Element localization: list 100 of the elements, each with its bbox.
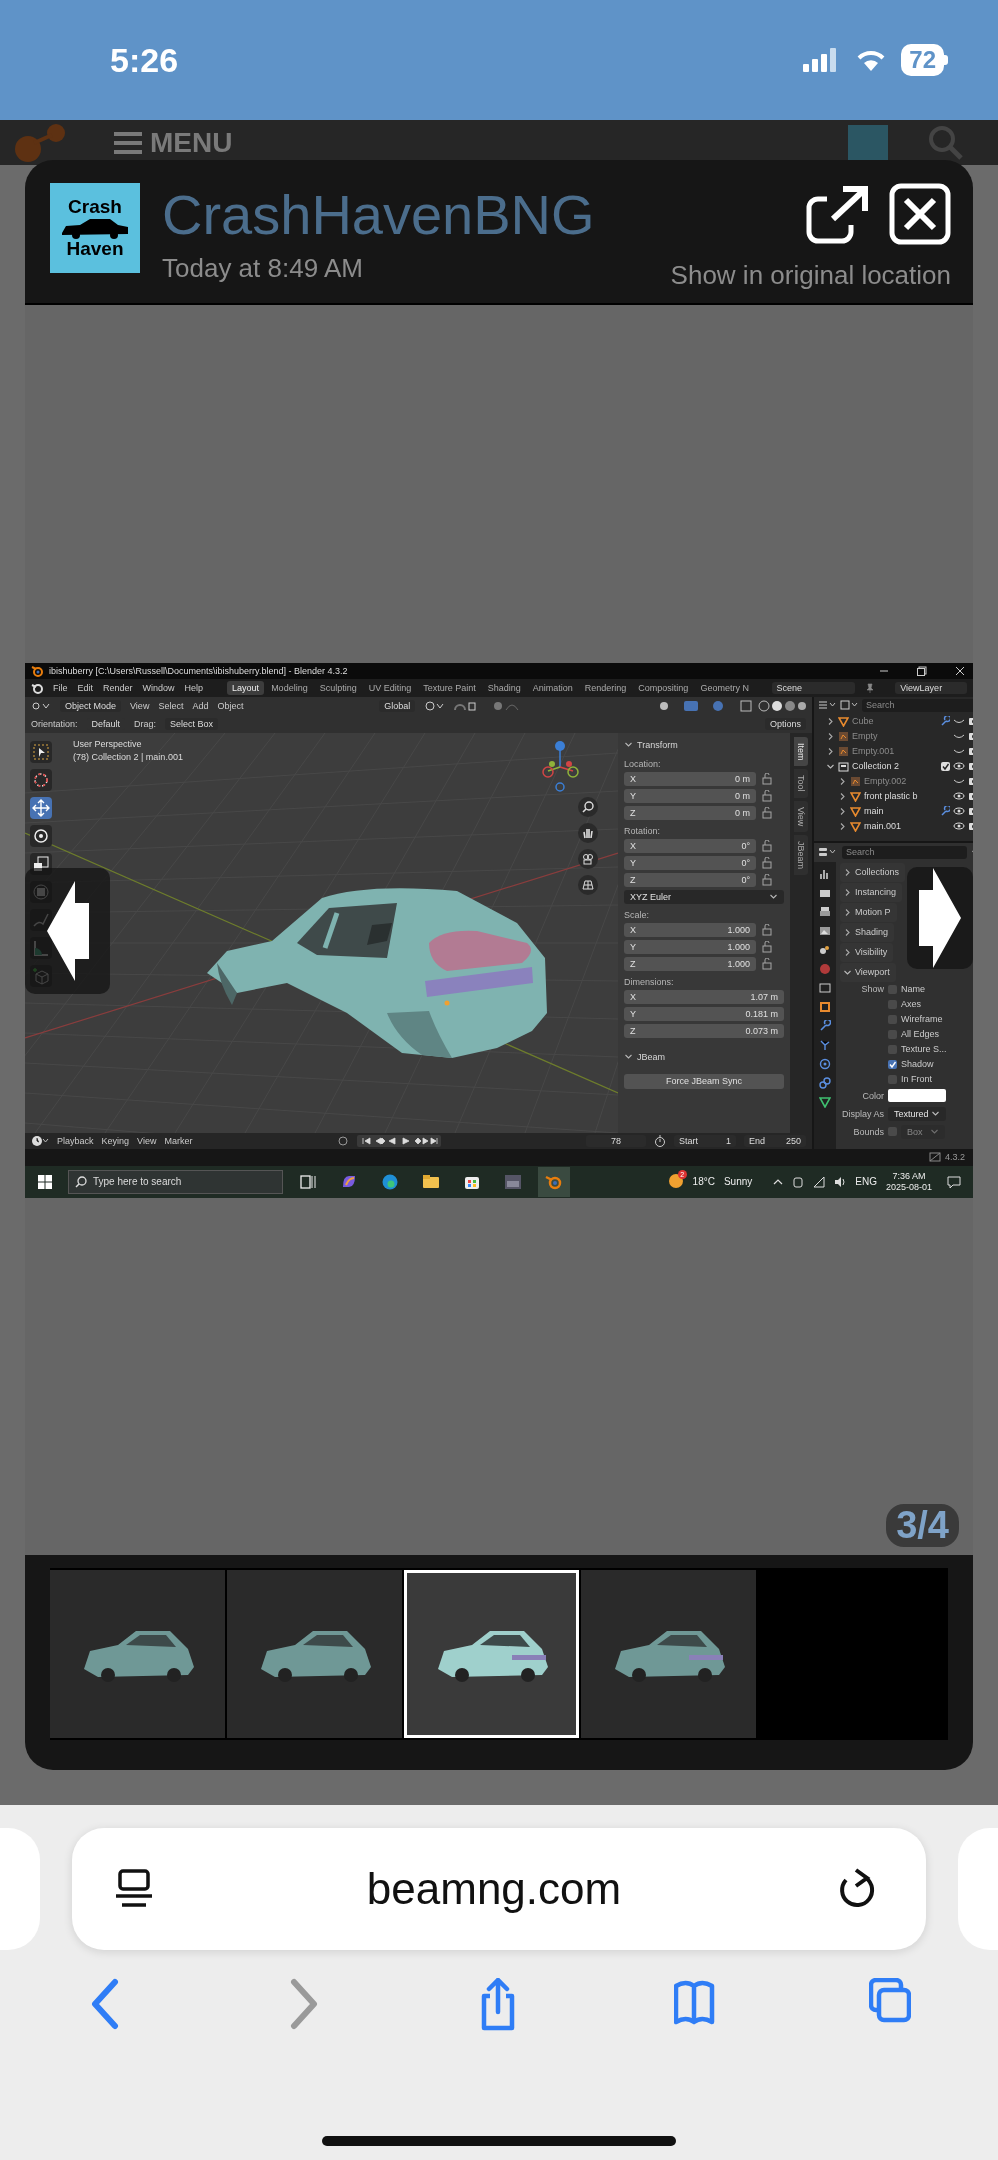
windows-start-icon[interactable] <box>37 1173 53 1190</box>
outliner-item[interactable]: front plastic b <box>864 791 918 801</box>
thumbnail[interactable] <box>404 1570 579 1738</box>
chevron-right-icon[interactable] <box>826 746 835 756</box>
close-icon[interactable] <box>955 665 965 676</box>
tool-button[interactable] <box>30 740 52 763</box>
tool-icon[interactable] <box>819 867 831 880</box>
object-icon[interactable] <box>819 1000 831 1013</box>
menu-item[interactable]: Add <box>192 700 209 711</box>
sidebar-tab[interactable]: View <box>794 800 808 832</box>
chevron-right-icon[interactable] <box>838 791 847 801</box>
search-field[interactable]: Search <box>842 845 967 859</box>
checkbox[interactable] <box>888 1044 897 1054</box>
menu-item[interactable]: Marker <box>164 1135 193 1146</box>
lock-icon[interactable] <box>762 772 772 785</box>
lock-icon[interactable] <box>762 789 772 802</box>
taskbar-clock[interactable]: 7:36 AM 2025-08-01 <box>885 1171 932 1192</box>
editor-type-icon[interactable] <box>31 699 51 712</box>
taskbar-app[interactable] <box>538 1166 570 1197</box>
lock-icon[interactable] <box>762 940 772 953</box>
thumbnail[interactable] <box>227 1570 402 1738</box>
sidebar-tab[interactable]: Tool <box>794 769 808 798</box>
menu-item[interactable]: Render <box>103 682 133 693</box>
panel-header[interactable]: Instancing <box>840 882 903 902</box>
menu-item[interactable]: View <box>130 700 150 711</box>
number-field[interactable]: Y 0° <box>624 855 756 870</box>
checkbox[interactable] <box>888 1029 897 1039</box>
chevron-right-icon[interactable] <box>838 776 847 786</box>
maximize-icon[interactable] <box>917 665 927 676</box>
camera-view-button[interactable] <box>578 848 598 869</box>
checkbox[interactable] <box>888 984 897 994</box>
panel-header[interactable]: Shading <box>840 922 895 942</box>
workspace-tab[interactable]: Sculpting <box>314 680 362 695</box>
particles-icon[interactable] <box>819 1038 831 1051</box>
chevron-right-icon[interactable] <box>826 731 835 741</box>
taskbar-search-field[interactable]: Type here to search <box>68 1169 283 1194</box>
checkbox[interactable] <box>888 1074 897 1084</box>
lock-icon[interactable] <box>762 957 772 970</box>
checkbox[interactable] <box>941 761 950 771</box>
collection-icon[interactable] <box>819 981 831 994</box>
number-field[interactable]: X 1.000 <box>624 922 756 937</box>
filter-icon[interactable] <box>818 699 836 711</box>
panel-header[interactable]: Viewport <box>840 962 896 982</box>
orientation-dropdown[interactable]: Global <box>379 699 416 712</box>
outliner-item[interactable]: Collection 2 <box>852 761 900 771</box>
force-sync-button[interactable]: Force JBeam Sync <box>624 1073 784 1089</box>
scene-icon[interactable] <box>819 943 831 956</box>
volume-icon[interactable] <box>834 1175 847 1188</box>
drag-dropdown[interactable]: Select Box <box>165 717 219 730</box>
world-icon[interactable] <box>819 962 831 975</box>
menu-item[interactable]: Keying <box>101 1135 130 1146</box>
checkbox[interactable] <box>888 1014 897 1024</box>
options-dropdown[interactable]: Options <box>764 717 806 730</box>
frame-field[interactable]: 78 <box>586 1134 646 1147</box>
chevron-down-icon[interactable] <box>624 740 633 749</box>
network-icon[interactable] <box>813 1175 826 1188</box>
number-field[interactable]: Y 0 m <box>624 788 756 803</box>
pivot-icon[interactable] <box>424 699 445 712</box>
previous-button[interactable] <box>25 867 110 994</box>
end-frame-field[interactable]: End 250 <box>744 1134 806 1147</box>
address-bar[interactable]: beamng.com <box>72 1828 926 1950</box>
thumbnail[interactable] <box>581 1570 756 1738</box>
outliner-item[interactable]: Empty.001 <box>852 746 895 756</box>
tool-button[interactable] <box>30 796 52 819</box>
eye-icon[interactable] <box>953 760 965 772</box>
panel-header[interactable]: Visibility <box>840 942 894 962</box>
number-field[interactable]: Z 0 m <box>624 805 756 820</box>
workspace-tab[interactable]: Shading <box>482 680 526 695</box>
menu-item[interactable]: Edit <box>77 682 94 693</box>
menu-item[interactable]: Select <box>158 700 184 711</box>
close-button[interactable] <box>889 183 951 248</box>
next-button[interactable] <box>907 866 973 969</box>
checkbox[interactable] <box>888 1127 897 1136</box>
outliner-item[interactable]: Empty <box>852 731 878 741</box>
perspective-button[interactable] <box>578 874 598 895</box>
number-field[interactable]: Z 0° <box>624 872 756 887</box>
number-field[interactable]: Z 0.073 m <box>624 1023 784 1038</box>
eye-icon[interactable] <box>953 820 965 832</box>
bounds-dropdown[interactable]: Box <box>901 1124 945 1139</box>
chevron-right-icon[interactable] <box>838 806 847 816</box>
menu-item[interactable]: Object <box>217 700 244 711</box>
editor-type-icon[interactable] <box>818 846 838 858</box>
workspace-tab[interactable]: Modeling <box>266 680 313 695</box>
eye-icon[interactable] <box>953 790 965 802</box>
outliner-item[interactable]: Empty.002 <box>864 776 907 786</box>
mode-dropdown[interactable]: Object Mode <box>60 699 122 712</box>
scene-field[interactable]: Scene <box>771 681 856 694</box>
chevron-right-icon[interactable] <box>838 821 847 831</box>
lock-icon[interactable] <box>762 839 772 852</box>
eye-icon[interactable] <box>953 805 965 817</box>
workspace-tab[interactable]: Geometry N <box>695 680 754 695</box>
outliner-item[interactable]: Cube <box>852 716 874 726</box>
playback-controls-icon[interactable] <box>357 1134 442 1147</box>
display-as-dropdown[interactable]: Textured <box>888 1106 946 1121</box>
rotation-mode-dropdown[interactable]: XYZ Euler <box>624 889 784 904</box>
number-field[interactable]: X 0° <box>624 838 756 853</box>
reader-icon[interactable] <box>116 1869 152 1909</box>
tool-button[interactable] <box>30 824 52 847</box>
number-field[interactable]: Z 1.000 <box>624 956 756 971</box>
proportional-edit-icon[interactable] <box>492 699 521 712</box>
